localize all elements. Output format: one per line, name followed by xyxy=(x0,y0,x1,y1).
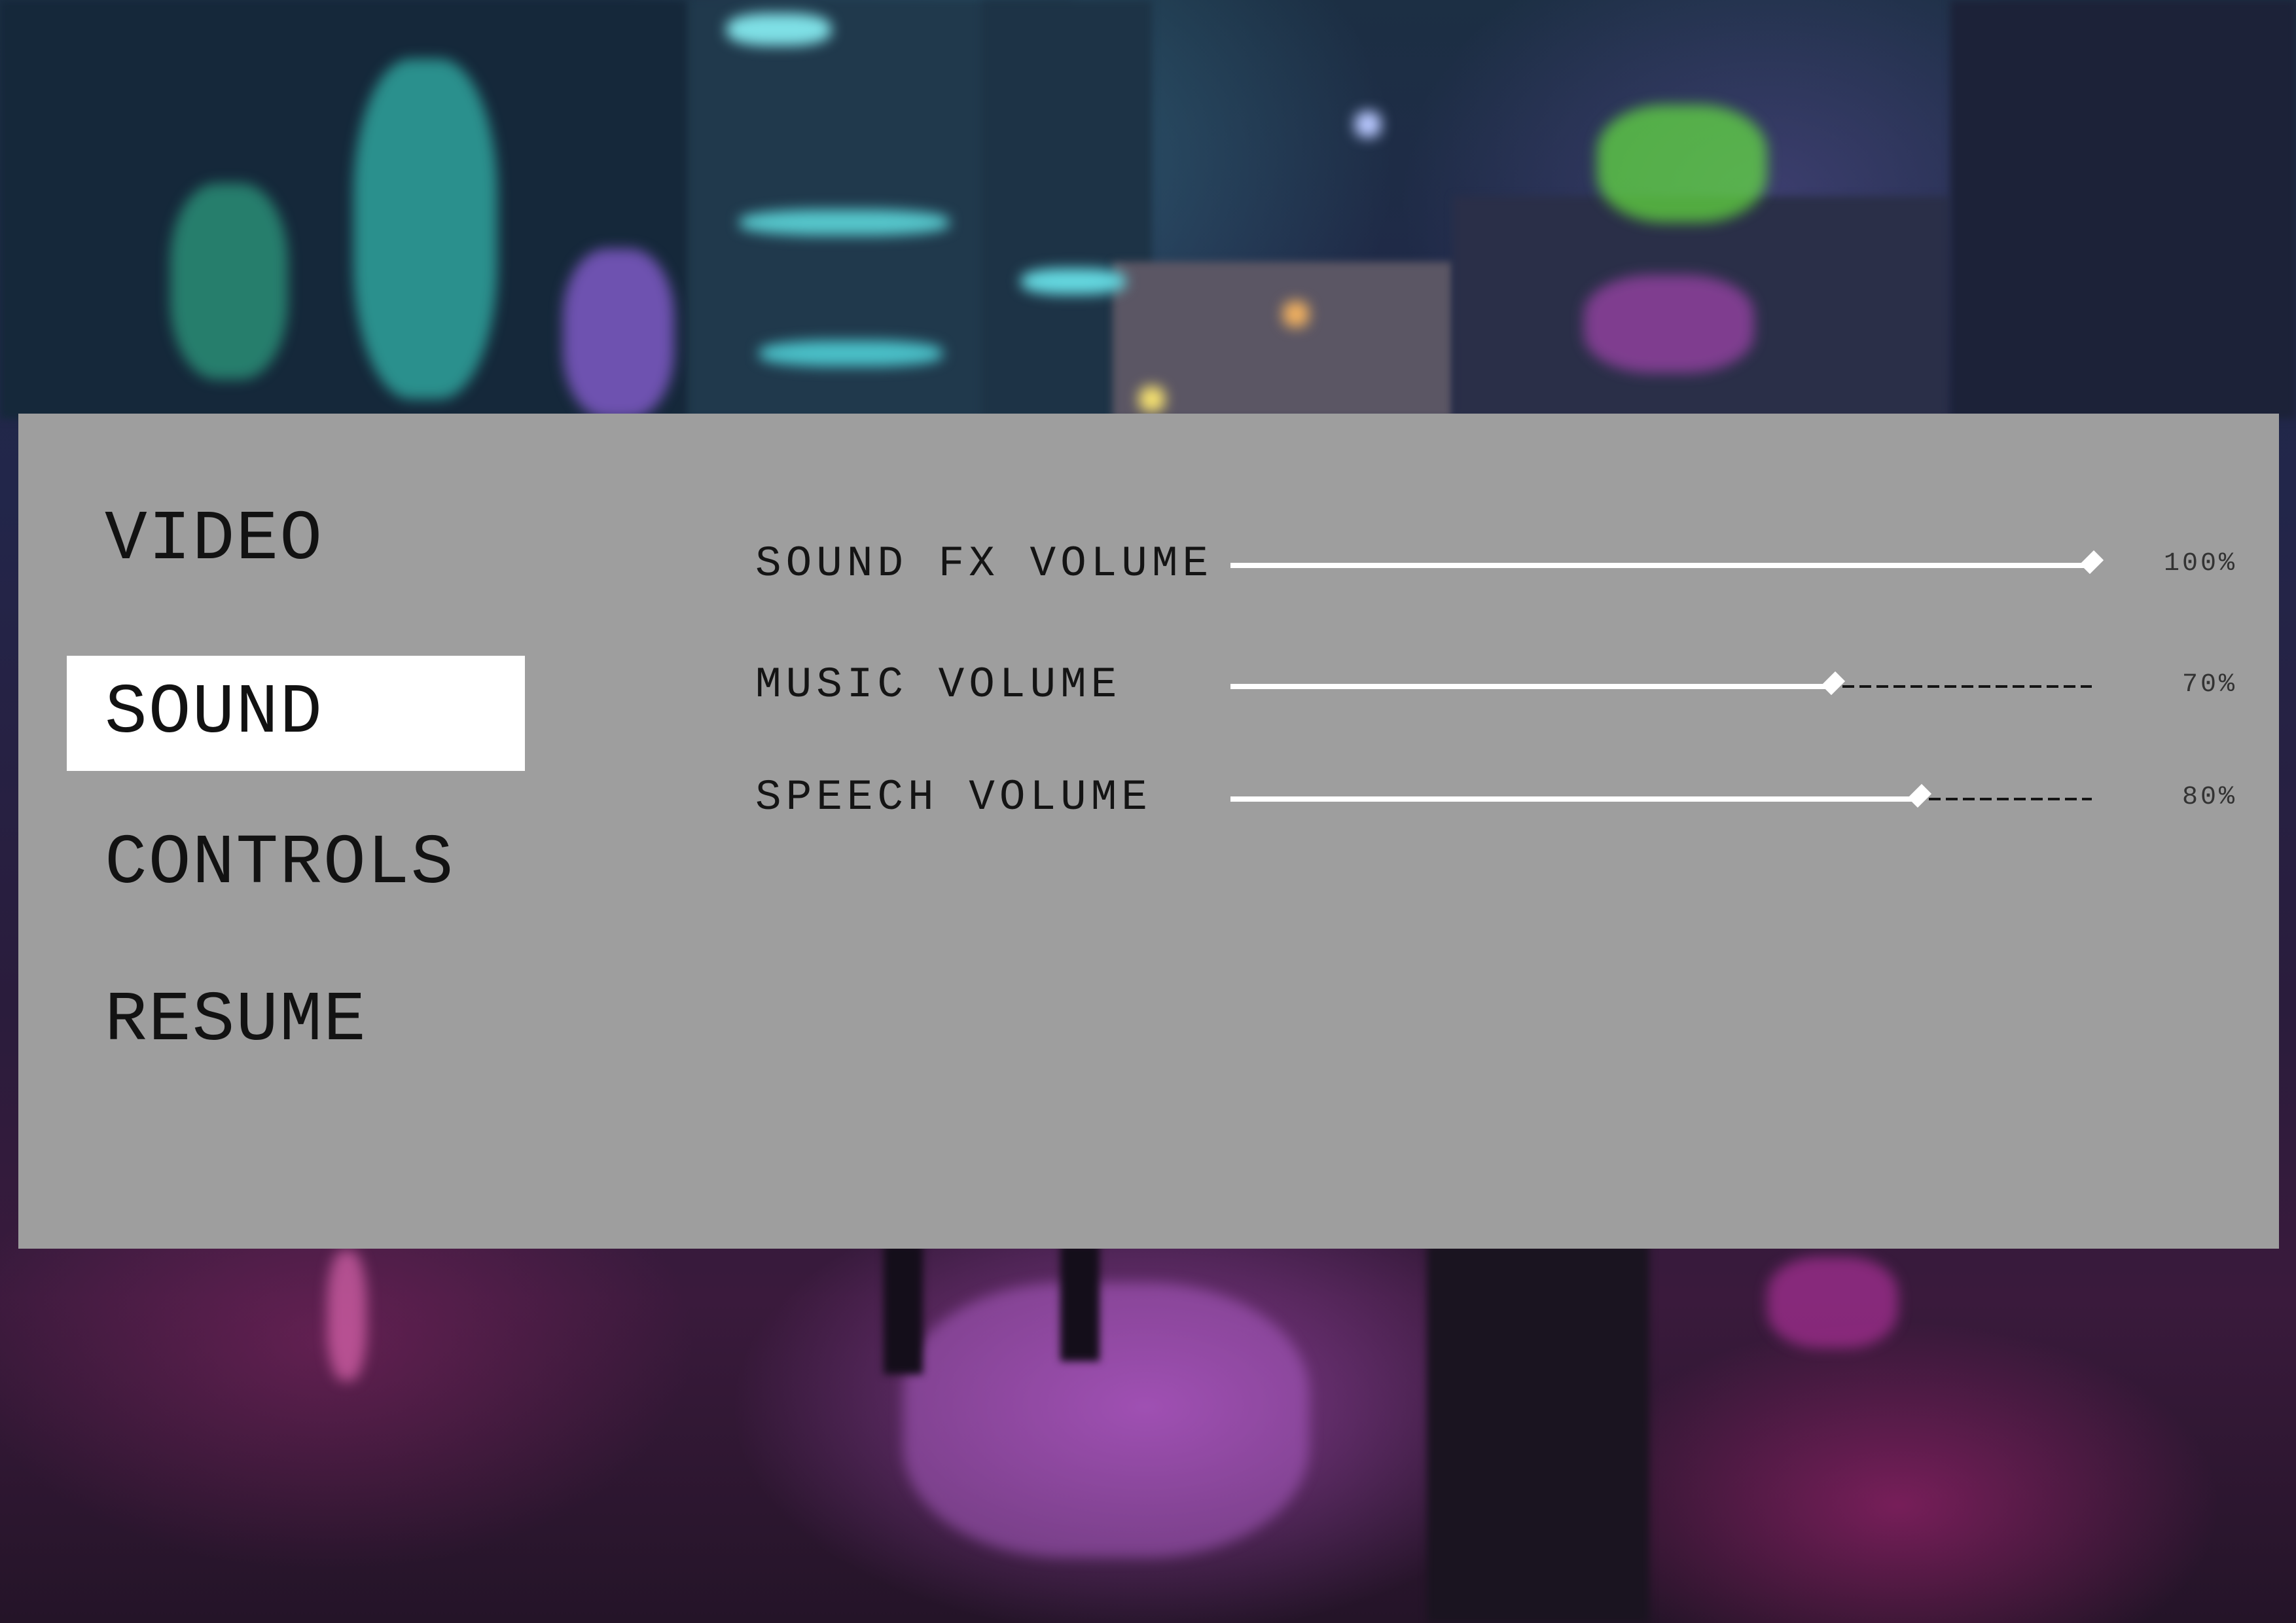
background-building xyxy=(1950,0,2296,419)
slider-remaining xyxy=(1929,798,2092,800)
music-volume-value: 70% xyxy=(2181,670,2237,700)
music-volume-row: MUSIC VOLUME 70% xyxy=(18,652,2279,718)
menu-item-label: CONTROLS xyxy=(105,824,455,904)
person-silhouette xyxy=(1427,1243,1649,1623)
slider-fill xyxy=(1230,684,1833,689)
slider-remaining xyxy=(1842,685,2092,688)
speech-volume-row: SPEECH VOLUME 80% xyxy=(18,765,2279,830)
sound-fx-volume-row: SOUND FX VOLUME 100% xyxy=(18,531,2279,597)
slider-thumb-icon[interactable] xyxy=(1821,671,1846,696)
menu-item-label: RESUME xyxy=(105,981,367,1061)
window-light xyxy=(1355,111,1381,137)
music-volume-label: MUSIC VOLUME xyxy=(755,660,1122,709)
street-reflection xyxy=(1767,1257,1898,1348)
slider-thumb-icon[interactable] xyxy=(1907,783,1932,808)
slider-fill xyxy=(1230,563,2092,568)
sound-fx-volume-value: 100% xyxy=(2163,549,2237,579)
window-light xyxy=(759,340,942,366)
neon-sign xyxy=(563,249,674,419)
menu-item-resume[interactable]: RESUME xyxy=(67,963,525,1079)
settings-panel: VIDEO SOUND CONTROLS RESUME SOUND FX VOL… xyxy=(18,414,2279,1249)
neon-star xyxy=(170,183,288,380)
slider-thumb-icon[interactable] xyxy=(2079,550,2104,575)
street-reflection xyxy=(327,1250,367,1381)
person-silhouette xyxy=(1060,1243,1100,1361)
street-reflection xyxy=(903,1283,1309,1558)
neon-sign xyxy=(1597,105,1767,223)
window-light xyxy=(1283,301,1309,327)
speech-volume-value: 80% xyxy=(2181,783,2237,812)
speech-volume-label: SPEECH VOLUME xyxy=(755,773,1152,822)
person-silhouette xyxy=(884,1243,923,1374)
neon-sign xyxy=(353,59,497,399)
sound-fx-volume-label: SOUND FX VOLUME xyxy=(755,539,1213,588)
slider-fill xyxy=(1230,796,1920,802)
window-light xyxy=(1139,386,1165,412)
window-light xyxy=(1021,268,1126,294)
window-light xyxy=(726,13,831,46)
window-light xyxy=(740,209,949,236)
sound-fx-volume-slider[interactable] xyxy=(1230,550,2104,575)
neon-sign xyxy=(1584,275,1754,373)
speech-volume-slider[interactable] xyxy=(1230,783,2092,808)
music-volume-slider[interactable] xyxy=(1230,671,2092,696)
